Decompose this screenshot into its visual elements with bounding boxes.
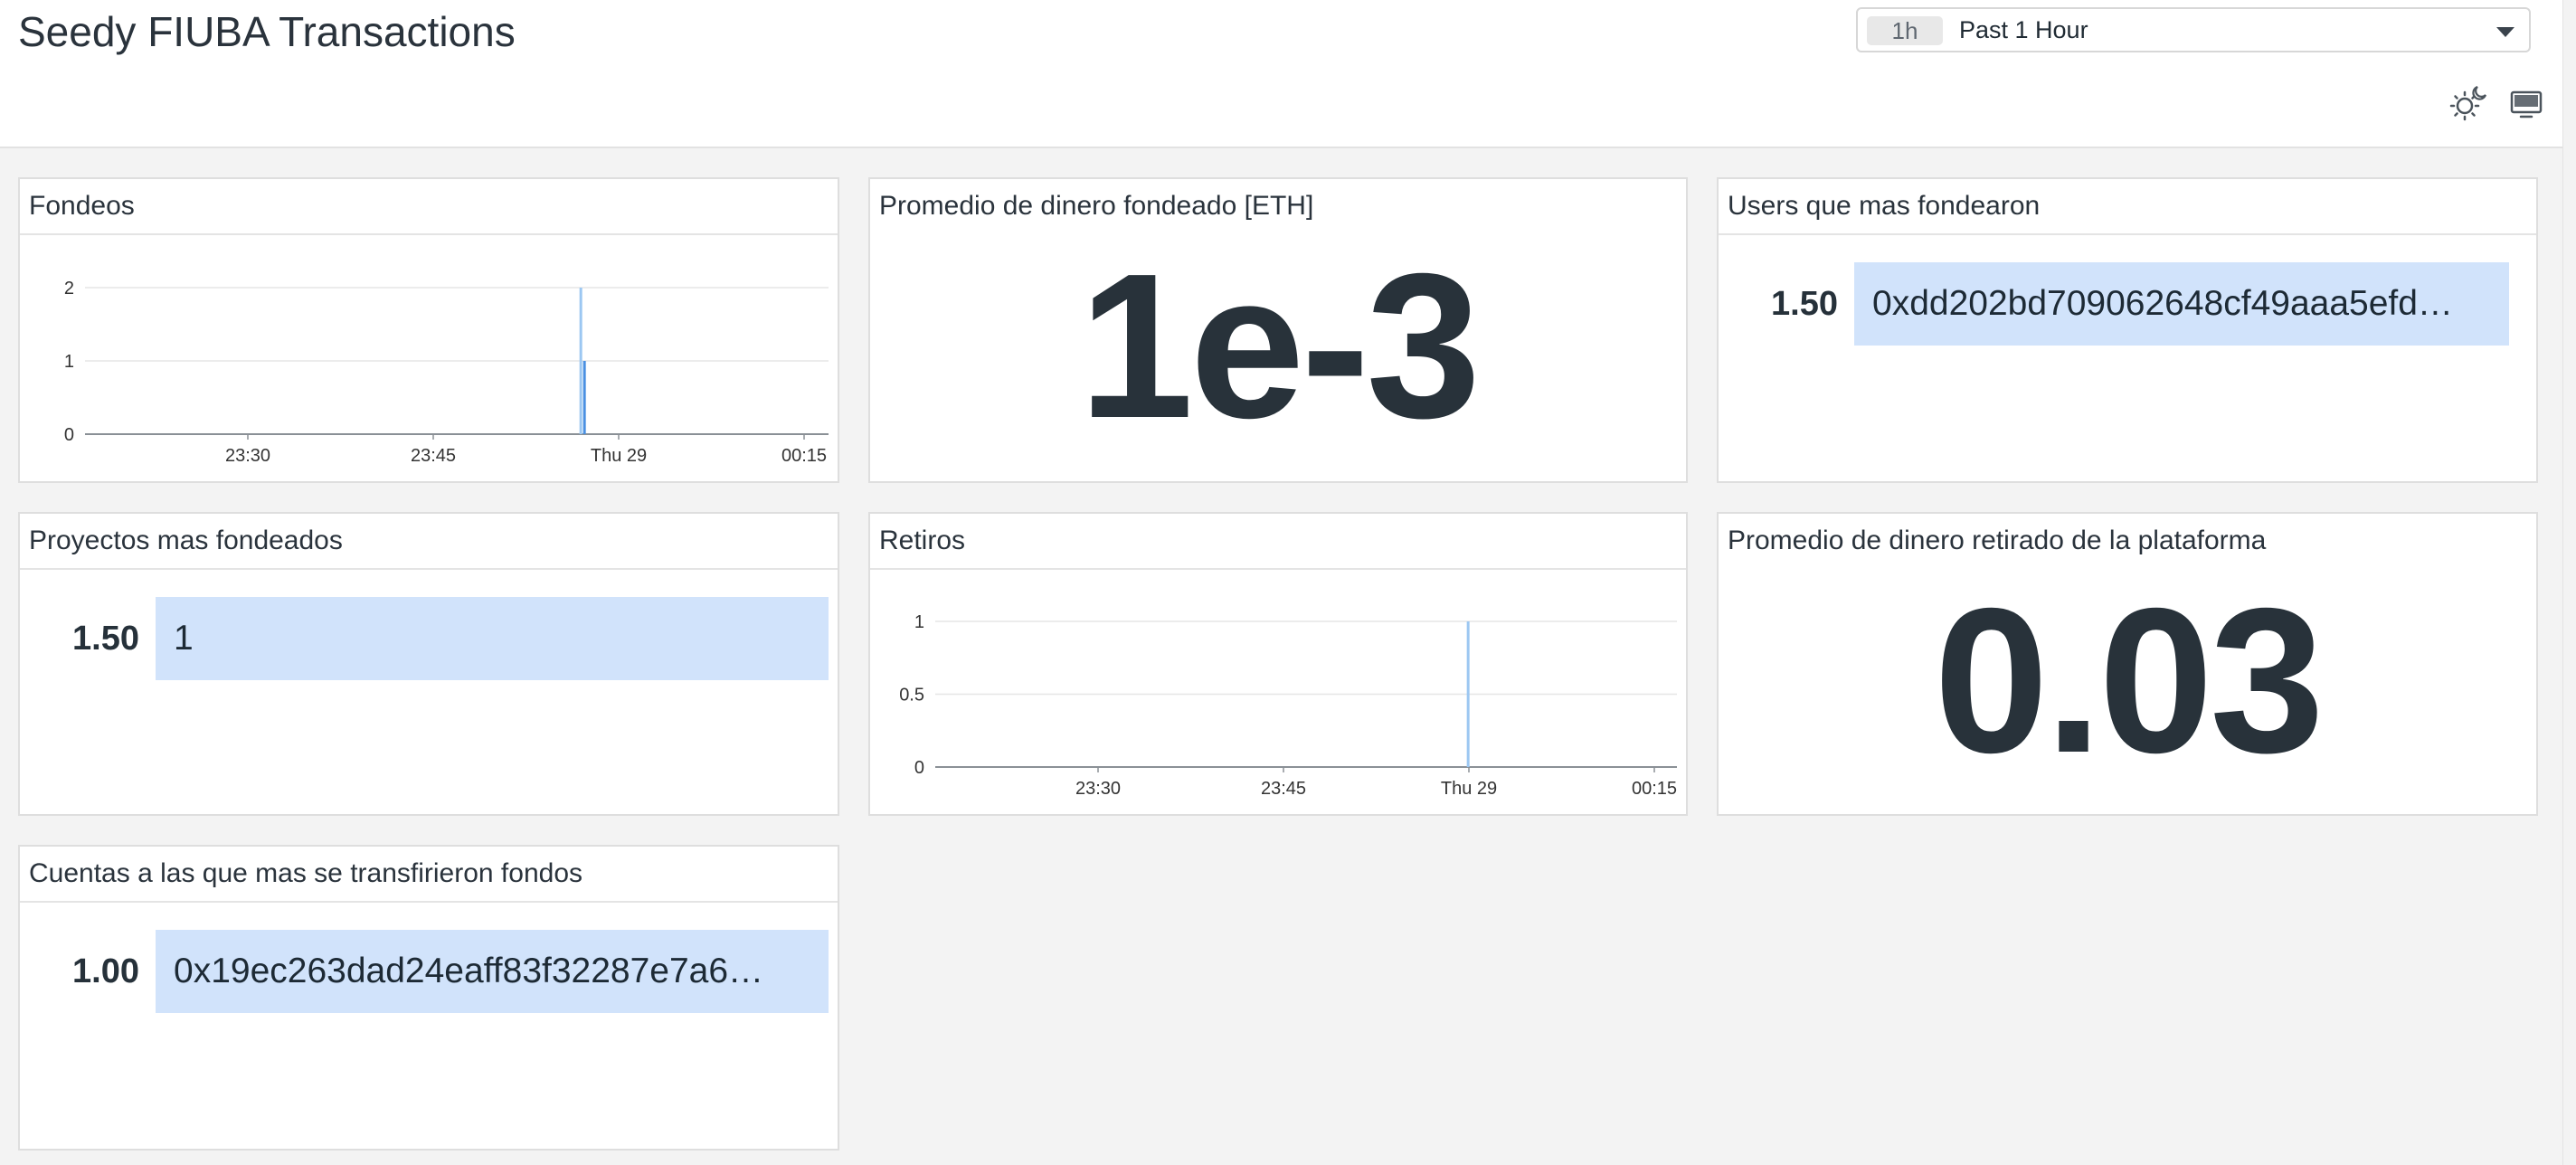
page-scrollbar[interactable] <box>2562 0 2576 1165</box>
chart-bar <box>579 288 582 434</box>
theme-toggle-icon[interactable] <box>2448 83 2489 125</box>
y-tick-label: 1 <box>914 612 924 632</box>
chart-bar <box>582 361 586 434</box>
panel-title: Users que mas fondearon <box>1728 191 2041 221</box>
toplist-bar: 0x19ec263dad24eaff83f32287e7a6… <box>156 930 829 1013</box>
toplist-value: 1.00 <box>72 952 139 990</box>
query-value: 1e-3 <box>1078 232 1481 461</box>
y-tick-label: 0.5 <box>899 686 924 706</box>
toplist-row[interactable]: 1.00 0x19ec263dad24eaff83f32287e7a6… <box>20 930 838 1013</box>
toplist-row[interactable]: 1.50 1 <box>20 597 838 680</box>
panel-title: Fondeos <box>29 191 135 221</box>
y-tick-label: 0 <box>914 758 924 778</box>
time-range-badge: 1h <box>1867 16 1943 45</box>
panel-divider <box>20 901 838 903</box>
panel-promedio-fondeado: Promedio de dinero fondeado [ETH] 1e-3 <box>868 177 1688 483</box>
chevron-down-icon <box>2496 27 2514 37</box>
panel-cuentas-transfirieron: Cuentas a las que mas se transfirieron f… <box>18 845 839 1151</box>
y-tick-label: 1 <box>64 352 74 372</box>
panel-divider <box>1719 233 2536 235</box>
time-range-picker[interactable]: 1h Past 1 Hour <box>1856 7 2531 52</box>
x-tick-label: 00:15 <box>1632 779 1677 799</box>
y-tick-label: 2 <box>64 279 74 298</box>
x-tick-label: 23:30 <box>1075 779 1121 799</box>
panel-title: Cuentas a las que mas se transfirieron f… <box>29 858 582 888</box>
toplist-value: 1.50 <box>1771 285 1838 323</box>
toplist-value: 1.50 <box>72 620 139 658</box>
panel-fondeos: Fondeos 0 1 2 23:30 23:45 Thu 29 00:15 <box>18 177 839 483</box>
panel-divider <box>20 568 838 570</box>
fondeos-chart[interactable]: 0 1 2 23:30 23:45 Thu 29 00:15 <box>20 235 838 481</box>
dashboard-header: Seedy FIUBA Transactions 1h Past 1 Hour <box>0 0 2563 148</box>
time-range-label: Past 1 Hour <box>1959 16 2088 43</box>
panel-title: Promedio de dinero fondeado [ETH] <box>879 191 1314 221</box>
panel-title: Promedio de dinero retirado de la plataf… <box>1728 526 2267 555</box>
x-tick-label: Thu 29 <box>1441 779 1497 799</box>
x-tick-label: 23:30 <box>225 446 270 466</box>
x-tick-label: Thu 29 <box>591 446 647 466</box>
toplist-row[interactable]: 1.50 0xdd202bd709062648cf49aaa5efd… <box>1719 262 2536 346</box>
panel-title: Proyectos mas fondeados <box>29 526 343 555</box>
x-tick-label: 23:45 <box>411 446 456 466</box>
tv-mode-icon[interactable] <box>2505 83 2547 125</box>
panel-users-fondearon: Users que mas fondearon 1.50 0xdd202bd70… <box>1717 177 2538 483</box>
toplist-bar: 0xdd202bd709062648cf49aaa5efd… <box>1854 262 2509 346</box>
panel-title: Retiros <box>879 526 966 555</box>
toplist-bar: 1 <box>156 597 829 680</box>
y-tick-label: 0 <box>64 425 74 445</box>
x-tick-label: 23:45 <box>1261 779 1306 799</box>
panel-proyectos-fondeados: Proyectos mas fondeados 1.50 1 <box>18 512 839 816</box>
chart-bar <box>1466 621 1470 767</box>
retiros-chart[interactable]: 0 0.5 1 23:30 23:45 Thu 29 00:15 <box>870 570 1686 814</box>
panel-promedio-retirado: Promedio de dinero retirado de la plataf… <box>1717 512 2538 816</box>
panel-retiros: Retiros 0 0.5 1 23:30 23:45 Thu 29 00:15 <box>868 512 1688 816</box>
dashboard-title: Seedy FIUBA Transactions <box>18 8 516 55</box>
x-tick-label: 00:15 <box>781 446 827 466</box>
query-value: 0.03 <box>1934 566 2325 796</box>
